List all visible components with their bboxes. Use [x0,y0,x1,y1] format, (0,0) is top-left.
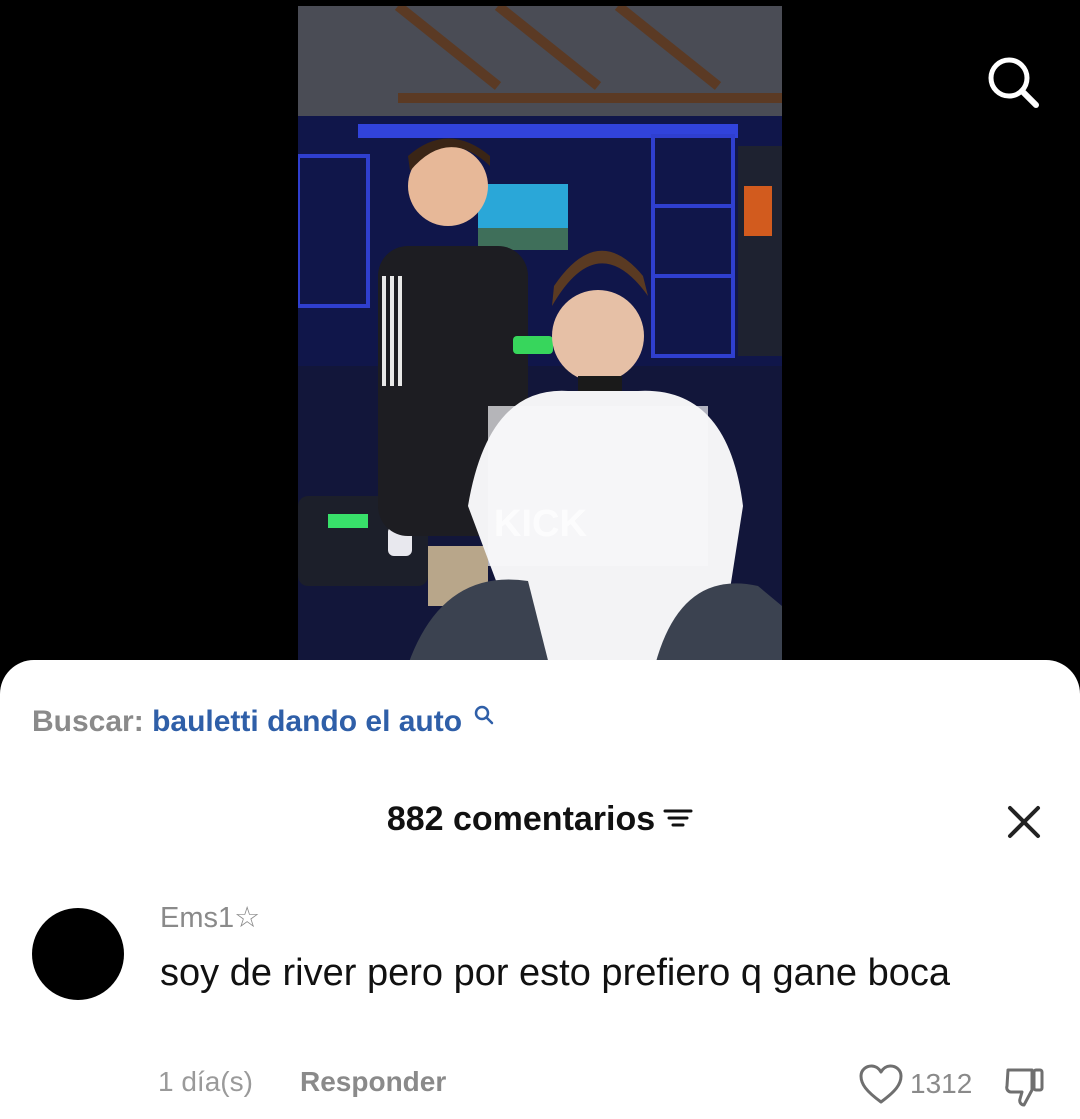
thumbs-down-icon[interactable] [1002,1064,1048,1108]
video-player[interactable]: KICK [298,6,782,700]
sort-icon[interactable] [663,800,693,839]
search-suggestion[interactable]: Buscar: bauletti dando el auto [32,705,496,739]
comment-text: soy de river pero por esto prefiero q ga… [160,952,951,994]
comment-username[interactable]: Ems1☆ [160,900,260,935]
search-icon [475,705,494,725]
comments-header: 882 comentarios [0,800,1080,839]
like-count: 1312 [910,1068,973,1099]
search-suggestion-query[interactable]: bauletti dando el auto [152,705,462,738]
video-frame-illustration: KICK [298,6,782,700]
avatar[interactable] [32,908,124,1000]
heart-icon[interactable] [858,1064,904,1106]
reply-button[interactable]: Responder [300,1066,446,1098]
close-icon[interactable] [1004,802,1044,842]
comment-timestamp: 1 día(s) [158,1066,253,1097]
comments-count-title: 882 comentarios [386,800,656,838]
search-icon[interactable] [980,50,1044,114]
video-area: KICK [0,0,1080,700]
video-watermark: KICK [494,503,587,545]
search-suggestion-prefix: Buscar: [32,705,144,738]
